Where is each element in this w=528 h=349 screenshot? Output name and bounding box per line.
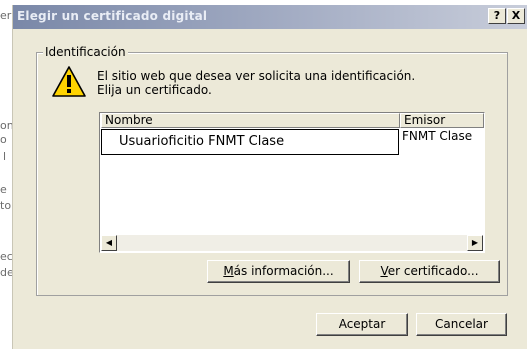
request-message: El sitio web que desea ver solicita una … (97, 69, 415, 97)
column-header-nombre[interactable]: Nombre (101, 113, 400, 128)
accept-button[interactable]: Aceptar (316, 313, 408, 336)
help-button[interactable]: ? (488, 8, 506, 24)
cancel-button[interactable]: Cancelar (416, 313, 507, 336)
dialog-title: Elegir un certificado digital (17, 9, 208, 23)
scroll-right-icon[interactable]: ▶ (467, 235, 483, 251)
warning-icon (52, 66, 86, 97)
background-text: ec (0, 250, 13, 263)
background-text: o (0, 133, 7, 146)
column-header-emisor[interactable]: Emisor (400, 113, 484, 128)
certificate-row-name[interactable]: Usuarioficitio FNMT Clase (101, 129, 399, 155)
close-button[interactable]: X (507, 8, 525, 24)
view-certificate-button[interactable]: Ver certificado... (359, 260, 500, 283)
scroll-left-icon[interactable]: ◀ (101, 235, 117, 251)
more-info-button[interactable]: Más información... (207, 260, 350, 283)
background-text: er (0, 9, 12, 22)
message-line: El sitio web que desea ver solicita una … (97, 69, 416, 83)
group-label: Identificación (43, 45, 128, 59)
background-text: l (3, 150, 7, 163)
certificate-row-issuer[interactable]: FNMT Clase (399, 129, 472, 143)
certificate-list[interactable]: Nombre Emisor Usuarioficitio FNMT Clase … (99, 112, 485, 253)
title-bar[interactable]: Elegir un certificado digital ? X (13, 5, 527, 29)
horizontal-scrollbar[interactable]: ◀ ▶ (101, 235, 483, 251)
message-line: Elija un certificado. (97, 83, 212, 97)
certificate-dialog: Elegir un certificado digital ? X Identi… (12, 5, 527, 349)
background-text: e (0, 183, 7, 196)
background-text: to (0, 199, 12, 212)
